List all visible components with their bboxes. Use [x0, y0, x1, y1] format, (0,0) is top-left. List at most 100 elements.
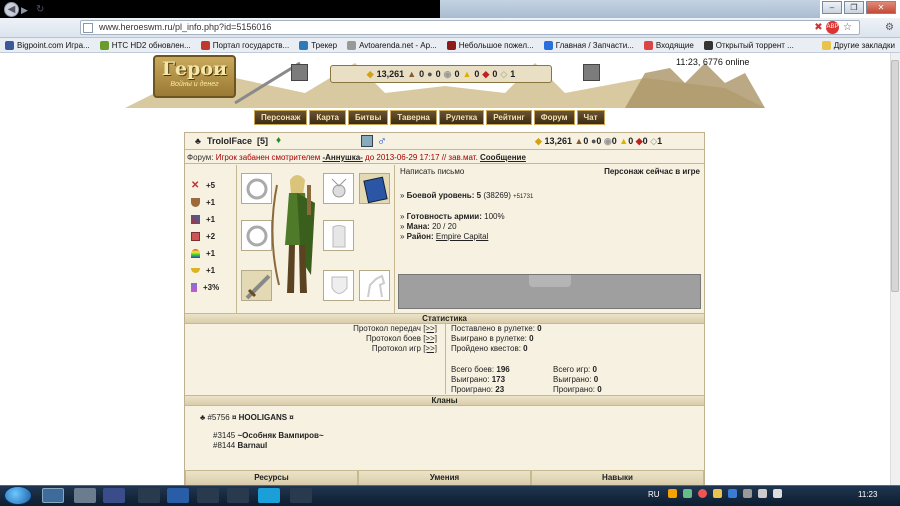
back-icon[interactable]: ◀ [4, 2, 19, 17]
player-banner-placeholder [398, 274, 701, 309]
forum-message-link[interactable]: Сообщение [480, 153, 526, 162]
bookmark-item[interactable]: Трекер [294, 40, 342, 50]
bookmark-item[interactable]: Bigpoint.com Игра... [0, 40, 95, 50]
bookmark-item[interactable]: Другие закладки [817, 40, 900, 50]
write-letter-link[interactable]: Написать письмо [400, 167, 464, 176]
adblock-icon[interactable]: ABP [826, 21, 839, 34]
crystal-icon: ◆ [635, 136, 643, 146]
menu-forum[interactable]: Форум [533, 110, 575, 125]
bookmark-item[interactable]: Avtoarenda.net - Ар... [342, 40, 442, 50]
online-status-text: Персонаж сейчас в игре [604, 167, 700, 176]
start-button[interactable] [4, 486, 32, 505]
district-link[interactable]: Empire Capital [436, 232, 488, 241]
tab-skills[interactable]: Умения [358, 470, 531, 485]
moderator-link[interactable]: -Аннушка- [322, 153, 362, 162]
player-name[interactable]: TrololFace [207, 136, 252, 146]
tab-resources[interactable]: Ресурсы [185, 470, 358, 485]
tray-icon[interactable] [698, 489, 707, 498]
system-tray [668, 489, 818, 502]
tray-icon[interactable] [668, 489, 677, 498]
clock[interactable]: 11:23 [858, 490, 877, 499]
app-taskbar-icon[interactable] [197, 488, 219, 503]
stat-attack: ✕ +5 [191, 180, 216, 191]
tray-icon[interactable] [713, 489, 722, 498]
site-logo[interactable]: Герои Войны и денег [153, 55, 236, 98]
male-icon: ♂ [377, 133, 387, 148]
resources-bar: ◆ 13,261 ▲ 0 ● 0 ◉ 0 ▲ 0 ◆ 0 ◇ 1 [330, 65, 552, 83]
stat-initiative: +3% [185, 279, 236, 296]
luck-icon [191, 249, 200, 258]
ie-taskbar-icon[interactable] [167, 488, 189, 503]
scrollbar-thumb[interactable] [891, 60, 899, 292]
app-taskbar-icon[interactable] [227, 488, 249, 503]
forward-icon[interactable]: ▶ [21, 4, 33, 16]
media-taskbar-icon[interactable] [138, 488, 160, 503]
star-icon[interactable]: ☆ [841, 21, 854, 34]
bookmark-icon [703, 40, 713, 50]
reload-icon[interactable]: ↻ [36, 4, 48, 16]
note-icon[interactable] [361, 135, 373, 147]
amulet-slot[interactable] [323, 173, 354, 204]
character-stats: ✕ +5 +1 +1 +2 +1 +1 +3% [185, 165, 237, 313]
bookmark-item[interactable]: Входящие [639, 40, 699, 50]
skype-taskbar-icon[interactable] [258, 488, 280, 503]
bookmark-icon [543, 40, 553, 50]
bookmark-item[interactable]: Небольшое пожел... [442, 40, 539, 50]
transfers-protocol-link[interactable]: [>>] [423, 324, 437, 333]
armor-slot[interactable] [323, 220, 354, 251]
stat-knowledge: +2 [185, 228, 236, 245]
hero-portrait[interactable] [267, 165, 327, 313]
address-bar[interactable]: www.heroeswm.ru/pl_info.php?id=5156016 [80, 20, 860, 35]
gems-icon: ◇ [500, 68, 508, 79]
bookmark-item[interactable]: HTC HD2 обновлен... [95, 40, 196, 50]
tray-icon[interactable] [683, 489, 692, 498]
tray-icon[interactable] [743, 489, 752, 498]
spellpower-icon [191, 215, 200, 224]
clan-item[interactable]: ♣ #5756 ¤ HOOLIGANS ¤ [200, 413, 324, 423]
tab-perks[interactable]: Навыки [531, 470, 704, 485]
ore-icon: ● [427, 69, 433, 79]
save-taskbar-icon[interactable] [103, 488, 125, 503]
wrench-icon[interactable]: ⚙ [883, 21, 896, 34]
bookmark-item[interactable]: Портал государств... [196, 40, 294, 50]
equipment-panel [238, 165, 395, 313]
network-icon[interactable] [758, 489, 767, 498]
main-menu: Персонаж Карта Битвы Таверна Рулетка Рей… [254, 110, 644, 125]
explorer-taskbar-icon[interactable] [74, 488, 96, 503]
mercury-icon: ◉ [603, 136, 612, 146]
games-protocol-link[interactable]: [>>] [423, 344, 437, 353]
app-taskbar-icon[interactable] [290, 488, 312, 503]
tray-icon[interactable] [728, 489, 737, 498]
mount-slot[interactable] [359, 270, 390, 301]
clan-item[interactable]: #8144 Barnaul [200, 441, 324, 451]
bookmark-icon [299, 40, 309, 50]
menu-tavern[interactable]: Таверна [390, 110, 437, 125]
menu-rating[interactable]: Рейтинг [486, 110, 532, 125]
player-resources: ◆ 13,261 ▲0 ●0 ◉0 ▲0 ◆0 ◇1 [535, 136, 663, 146]
battles-protocol-link[interactable]: [>>] [423, 334, 437, 343]
folder-icon [821, 40, 831, 50]
shield-slot[interactable] [323, 270, 354, 301]
bookmark-item[interactable]: Главная / Запчасти... [539, 40, 639, 50]
menu-character[interactable]: Персонаж [254, 110, 308, 125]
clan-item[interactable]: #3145 ~Особняк Вампиров~ [200, 431, 324, 441]
browser-tab-strip [0, 0, 440, 18]
chrome-taskbar-icon[interactable] [42, 488, 64, 503]
maximize-button[interactable]: ❐ [844, 1, 864, 14]
menu-chat[interactable]: Чат [576, 110, 605, 125]
volume-icon[interactable] [773, 489, 782, 498]
window-controls: – ❐ ✕ [822, 1, 896, 14]
menu-battles[interactable]: Битвы [347, 110, 389, 125]
minimize-button[interactable]: – [822, 1, 842, 14]
language-indicator[interactable]: RU [648, 490, 660, 499]
clans-title: Кланы [185, 395, 704, 406]
bookmark-item[interactable]: Открытый торрент ... [699, 40, 799, 50]
bookmark-icon [5, 40, 14, 50]
book-slot[interactable] [359, 173, 390, 204]
page-icon [83, 23, 93, 33]
menu-roulette[interactable]: Рулетка [438, 110, 485, 125]
bookmark-icon [99, 40, 109, 50]
blocked-icon[interactable]: ✖ [812, 21, 825, 34]
close-button[interactable]: ✕ [866, 1, 896, 14]
menu-map[interactable]: Карта [309, 110, 346, 125]
